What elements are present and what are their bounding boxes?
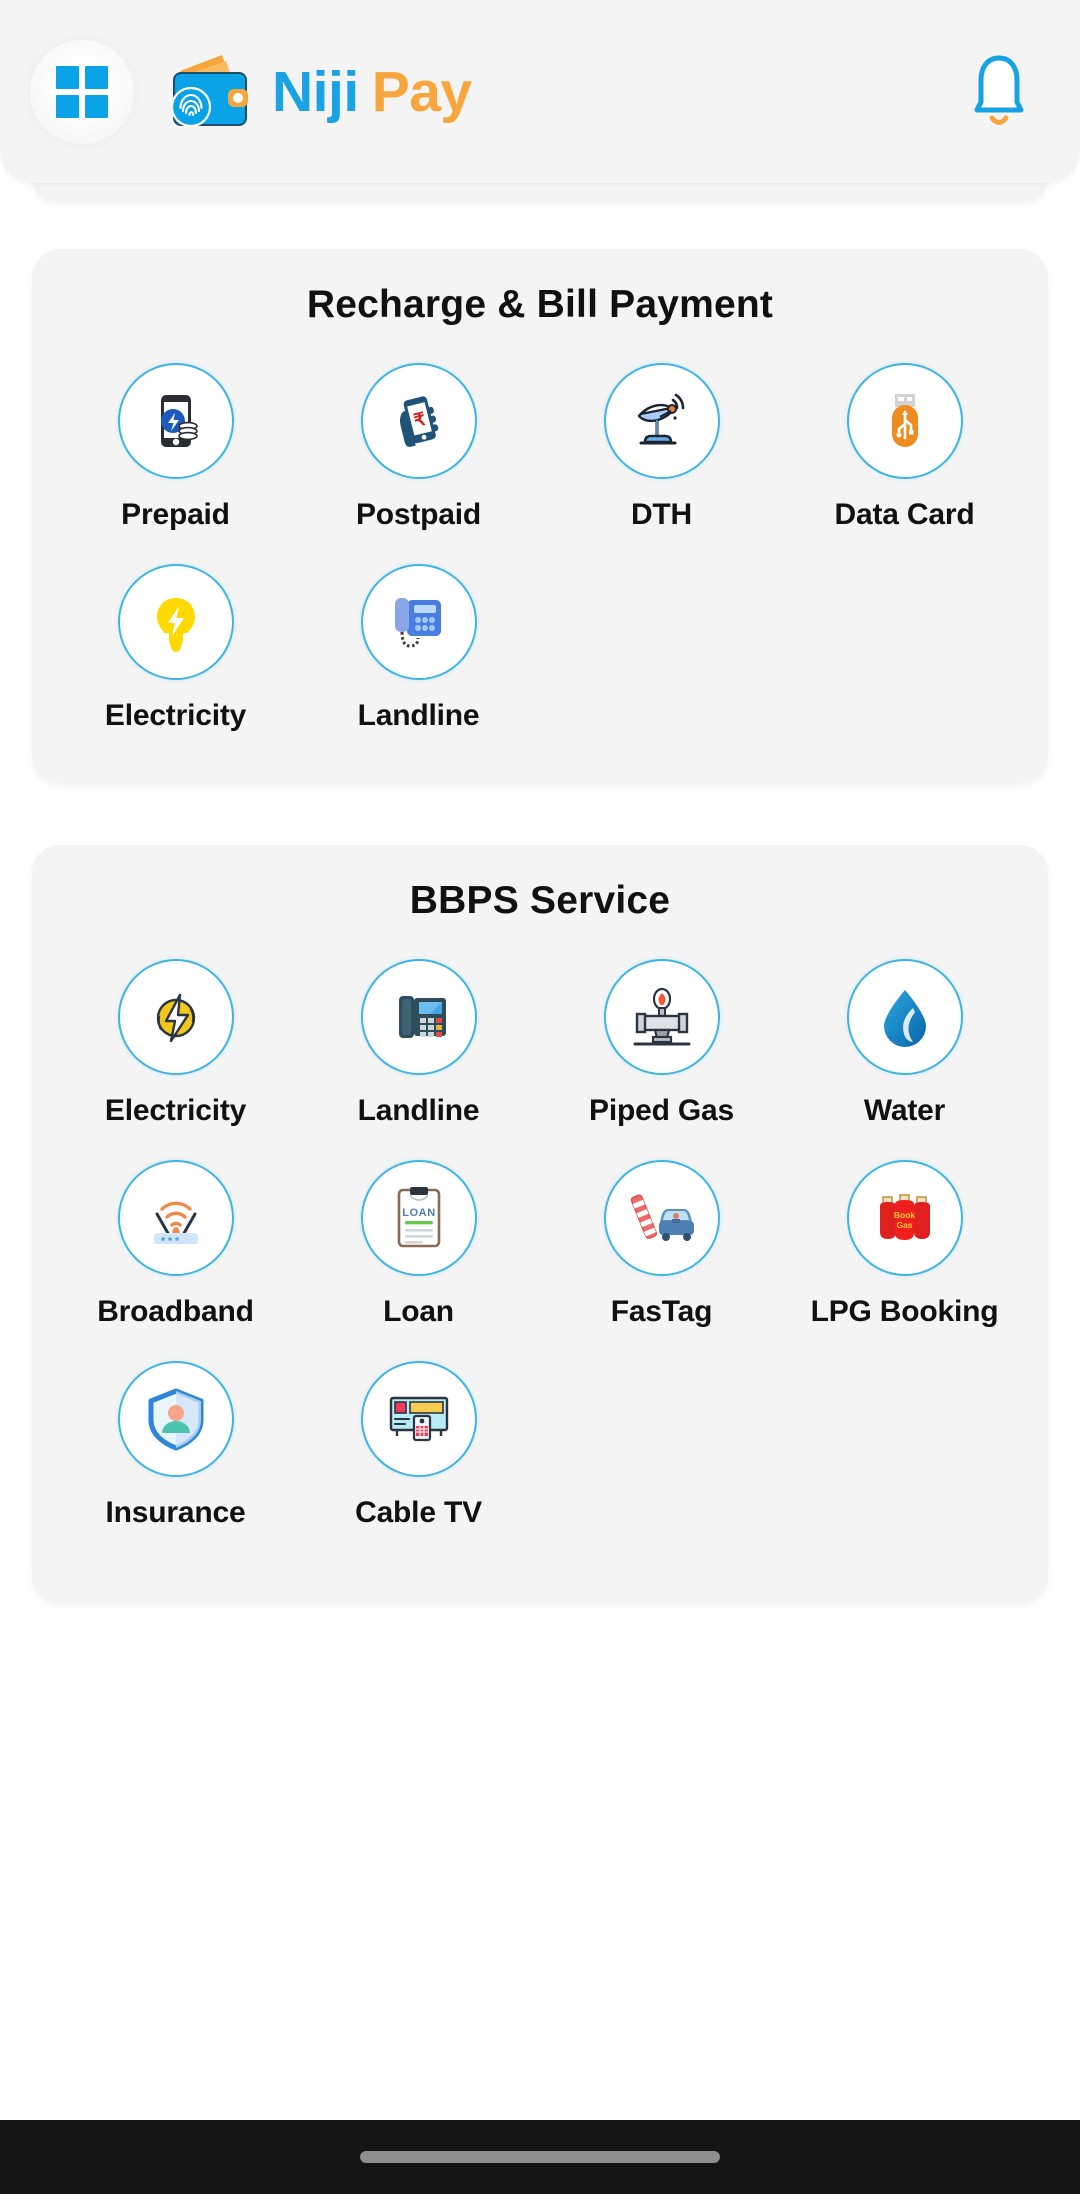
wallet-fingerprint-logo [170,54,248,127]
icon-ring [117,959,234,1075]
desk-phone-icon [394,598,441,648]
service-label: Landline [357,699,480,732]
lightbulb-icon [156,598,195,652]
bottom-spacer [0,2054,1080,2120]
home-indicator[interactable] [360,2151,720,2163]
wifi-router-icon [153,1201,198,1244]
service-grid: Prepaid ₹ Postpaid DTH Data Card Electri… [54,349,1026,743]
icon-ring [360,1361,477,1477]
service-tile-loan[interactable]: LOAN Loan [297,1146,540,1339]
service-tile-lpg-booking[interactable]: Book Gas LPG Booking [783,1146,1026,1339]
service-label: FasTag [610,1295,713,1328]
satellite-dish-icon [636,393,684,445]
icon-ring: LOAN [360,1160,477,1276]
brand-name-second: Pay [371,59,472,124]
hand-phone-rupee-icon: ₹ [399,396,438,447]
loan-clipboard-icon: LOAN [397,1187,440,1248]
icon-ring [846,363,963,479]
icon-ring [603,959,720,1075]
icon-ring [117,564,234,680]
icon-ring: Book Gas [846,1160,963,1276]
icon-ring [117,363,234,479]
service-label: Insurance [105,1496,246,1529]
service-tile-postpaid[interactable]: ₹ Postpaid [297,349,540,542]
shield-person-icon [148,1388,203,1451]
section-recharge-bill-payment: Recharge & Bill Payment Prepaid ₹ Postpa… [32,249,1048,783]
service-label: Loan [383,1295,454,1328]
section-title: Recharge & Bill Payment [306,283,774,326]
fastag-toll-car-icon [630,1194,694,1241]
service-tile-broadband[interactable]: Broadband [54,1146,297,1339]
service-grid: Electricity Landline Piped Gas Water Bro… [54,945,1026,1540]
service-tile-cable-tv[interactable]: Cable TV [297,1347,540,1540]
icon-ring [117,1361,234,1477]
svg-text:LOAN: LOAN [402,1207,436,1219]
service-tile-bbps-electricity[interactable]: Electricity [54,945,297,1138]
service-label: Broadband [97,1295,254,1328]
service-tile-fastag[interactable]: FasTag [540,1146,783,1339]
service-tile-bbps-landline[interactable]: Landline [297,945,540,1138]
icon-ring: ₹ [360,363,477,479]
service-label: Landline [357,1094,480,1127]
icon-ring [360,564,477,680]
service-label: Postpaid [355,498,482,531]
service-label: Electricity [104,699,247,732]
usb-datacard-icon [891,394,918,447]
icon-ring [603,363,720,479]
bell-icon [974,55,1024,125]
service-label: Prepaid [121,498,230,531]
section-title: BBPS Service [409,879,671,922]
service-tile-prepaid[interactable]: Prepaid [54,349,297,542]
system-navigation-bar [0,2120,1080,2194]
service-tile-insurance[interactable]: Insurance [54,1347,297,1540]
app-header: Niji Pay [0,0,1080,183]
icon-ring [117,1160,234,1276]
icon-ring [846,959,963,1075]
service-tile-water[interactable]: Water [783,945,1026,1138]
section-bbps-service: BBPS Service Electricity Landline Piped … [32,845,1048,1602]
grid-menu-button[interactable] [30,39,134,144]
service-tile-dth[interactable]: DTH [540,349,783,542]
service-label: Electricity [104,1094,247,1127]
service-label: Cable TV [355,1496,482,1529]
svg-text:Book: Book [893,1210,915,1220]
service-label: Piped Gas [589,1094,734,1127]
brand-logo: Niji Pay [166,53,962,131]
service-label: Water [863,1094,946,1127]
service-label: LPG Booking [810,1295,999,1328]
mobile-recharge-icon [160,395,198,447]
app-screen: Niji Pay Recharge & Bill Payment Prepaid… [0,0,1080,2194]
grid-menu-icon [56,65,108,118]
icon-ring [603,1160,720,1276]
service-tile-landline[interactable]: Landline [297,550,540,743]
service-label: DTH [630,498,693,531]
water-drop-icon [883,990,926,1047]
lpg-cylinders-icon: Book Gas [879,1194,930,1240]
office-telephone-icon [398,996,446,1038]
service-tile-electricity[interactable]: Electricity [54,550,297,743]
brand-title: Niji Pay [272,59,472,125]
content-scroll-area[interactable]: Recharge & Bill Payment Prepaid ₹ Postpa… [0,155,1080,2054]
service-label: Data Card [834,498,975,531]
lightning-bolt-circle-icon [156,993,195,1043]
svg-text:Gas: Gas [896,1220,912,1230]
brand-name-first: Niji [272,59,359,124]
gas-pipe-flame-icon [633,987,690,1046]
notification-button[interactable] [962,47,1036,137]
service-tile-piped-gas[interactable]: Piped Gas [540,945,783,1138]
service-tile-data-card[interactable]: Data Card [783,349,1026,542]
icon-ring [360,959,477,1075]
cable-tv-box-icon [389,1396,448,1442]
